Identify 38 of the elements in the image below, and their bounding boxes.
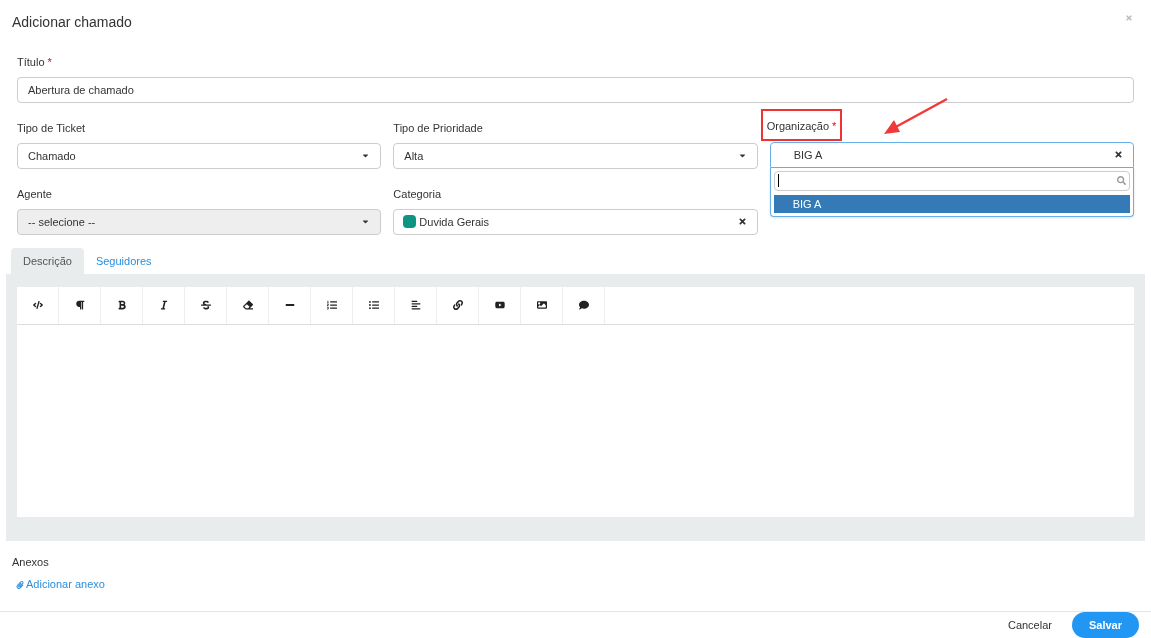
field-label: Tipo de Prioridade <box>393 121 483 134</box>
field-label: Organização * <box>766 119 837 132</box>
paperclip-icon <box>16 580 24 589</box>
field-label: Categoria <box>393 187 442 200</box>
eraser-icon <box>242 300 253 311</box>
align-left-icon <box>410 300 421 311</box>
clear-icon[interactable] <box>1114 150 1123 160</box>
video-icon <box>494 300 505 311</box>
tab[interactable]: Descrição <box>11 247 84 274</box>
field-label: Agente <box>17 187 52 200</box>
paragraph-icon <box>74 300 85 311</box>
dialog-button[interactable]: Cancelar <box>997 612 1062 638</box>
dialog-title: Adicionar chamado <box>12 13 132 32</box>
select-field[interactable]: Chamado <box>17 142 382 169</box>
link-icon <box>452 300 463 311</box>
title-input[interactable]: Abertura de chamado <box>17 76 1134 103</box>
select-field[interactable]: BIG A <box>769 141 1134 168</box>
bold-icon <box>116 300 127 311</box>
add-attachment-link[interactable]: Adicionar anexo <box>12 576 105 593</box>
comment-icon <box>578 300 589 311</box>
search-icon <box>1117 176 1126 186</box>
field-label: Tipo de Ticket <box>17 121 86 134</box>
strikethrough-icon <box>200 300 211 311</box>
field-value: Duvida Gerais <box>419 214 490 230</box>
select-field[interactable]: Alta <box>393 142 758 169</box>
tab[interactable]: Seguidores <box>83 247 164 274</box>
numbered-list-icon <box>326 300 337 311</box>
close-icon[interactable] <box>1125 14 1133 22</box>
select-field[interactable]: Duvida Gerais <box>393 208 758 235</box>
italic-icon <box>158 300 169 311</box>
image-icon <box>536 300 547 311</box>
search-field[interactable] <box>773 170 1130 191</box>
code-icon <box>32 300 43 311</box>
bullet-list-icon <box>368 300 379 311</box>
dropdown-option[interactable]: BIG A <box>773 194 1130 213</box>
clear-icon[interactable] <box>737 217 747 227</box>
field-label: Título * <box>17 55 52 68</box>
attachments-heading: Anexos <box>12 554 50 570</box>
